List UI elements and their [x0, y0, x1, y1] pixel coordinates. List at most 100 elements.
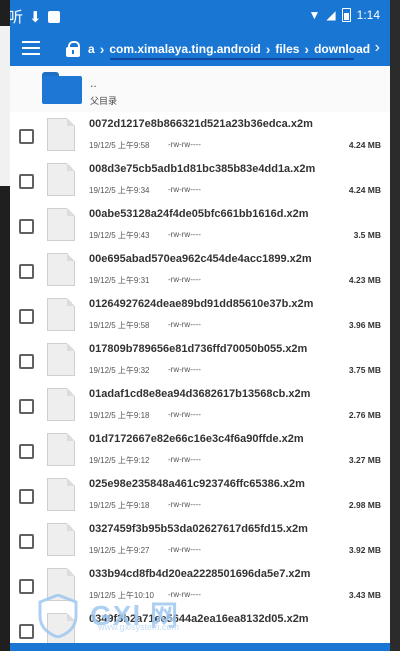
- breadcrumb-separator-icon: ›: [99, 41, 105, 57]
- breadcrumb-underline: [110, 58, 354, 60]
- file-permissions: -rw-rw----: [168, 365, 201, 374]
- file-date: 19/12/5 上午9:18: [89, 501, 150, 510]
- file-date: 19/12/5 上午9:27: [89, 546, 150, 555]
- file-size: 4.24 MB: [348, 140, 381, 150]
- file-checkbox[interactable]: [19, 219, 34, 234]
- file-checkbox[interactable]: [19, 129, 34, 144]
- file-icon: [47, 433, 75, 466]
- breadcrumb-separator-icon: ›: [265, 41, 271, 57]
- file-checkbox[interactable]: [19, 624, 34, 639]
- parent-folder-row[interactable]: .. 父目录: [10, 66, 390, 113]
- file-size: 2.76 MB: [348, 410, 381, 420]
- file-icon: [47, 253, 75, 286]
- file-checkbox[interactable]: [19, 444, 34, 459]
- file-row[interactable]: 00abe53128a24f4de05bfc661bb1616d.x2m 19/1…: [10, 202, 390, 248]
- breadcrumb: a › com.ximalaya.ting.android › files › …: [88, 41, 370, 57]
- file-icon: [47, 613, 75, 646]
- file-name: 0327459f3b95b53da02627617d65fd15.x2m: [89, 523, 308, 535]
- file-permissions: -rw-rw----: [168, 230, 201, 239]
- file-row[interactable]: 01d7172667e82e66c16e3c4f6a90ffde.x2m 19/1…: [10, 427, 390, 473]
- clock: 1:14: [356, 8, 380, 22]
- file-date: 19/12/5 上午9:12: [89, 456, 150, 465]
- file-icon: [47, 298, 75, 331]
- file-name: 0349f3b2a71ee5644a2ea16ea8132d05.x2m: [89, 613, 309, 625]
- file-row[interactable]: 008d3e75cb5adb1d81bc385b83e4dd1a.x2m 19/1…: [10, 157, 390, 203]
- file-icon: [47, 343, 75, 376]
- breadcrumb-item[interactable]: a: [88, 42, 95, 56]
- parent-dots: ..: [90, 76, 97, 90]
- file-date: 19/12/5 上午9:32: [89, 366, 150, 375]
- file-checkbox[interactable]: [19, 174, 34, 189]
- file-row[interactable]: 01adaf1cd8e8ea94d3682617b13568cb.x2m 19/1…: [10, 382, 390, 428]
- file-checkbox[interactable]: [19, 264, 34, 279]
- file-row[interactable]: 0327459f3b95b53da02627617d65fd15.x2m 19/1…: [10, 517, 390, 563]
- wifi-icon: ▼: [308, 8, 321, 22]
- file-size: 2.98 MB: [348, 500, 381, 510]
- lock-icon[interactable]: [66, 41, 80, 57]
- hamburger-menu-icon[interactable]: [22, 41, 40, 57]
- file-checkbox[interactable]: [19, 399, 34, 414]
- file-size: 3.43 MB: [348, 590, 381, 600]
- file-row[interactable]: 0072d1217e8b866321d521a23b36edca.x2m 19/1…: [10, 112, 390, 158]
- folder-icon: [42, 72, 82, 104]
- file-icon: [47, 478, 75, 511]
- chevron-right-icon[interactable]: ›: [375, 39, 380, 57]
- file-permissions: -rw-rw----: [168, 500, 201, 509]
- file-name: 025e98e235848a461c923746ffc65386.x2m: [89, 478, 305, 490]
- file-row[interactable]: 025e98e235848a461c923746ffc65386.x2m 19/1…: [10, 472, 390, 518]
- file-name: 00abe53128a24f4de05bfc661bb1616d.x2m: [89, 208, 309, 220]
- file-checkbox[interactable]: [19, 309, 34, 324]
- file-date: 19/12/5 上午9:18: [89, 411, 150, 420]
- file-permissions: -rw-rw----: [168, 185, 201, 194]
- file-row[interactable]: 01264927624deae89bd91dd85610e37b.x2m 19/1…: [10, 292, 390, 338]
- file-size: 3.27 MB: [348, 455, 381, 465]
- file-permissions: -rw-rw----: [168, 320, 201, 329]
- file-name: 01adaf1cd8e8ea94d3682617b13568cb.x2m: [89, 388, 311, 400]
- file-icon: [47, 118, 75, 151]
- file-row[interactable]: 00e695abad570ea962c454de4acc1899.x2m 19/1…: [10, 247, 390, 293]
- file-checkbox[interactable]: [19, 534, 34, 549]
- file-name: 033b94cd8fb4d20ea2228501696da5e7.x2m: [89, 568, 311, 580]
- file-row[interactable]: 017809b789656e81d736ffd70050b055.x2m 19/1…: [10, 337, 390, 383]
- background-window-left: [0, 0, 10, 651]
- breadcrumb-item-current[interactable]: download: [314, 42, 370, 56]
- breadcrumb-separator-icon: ›: [304, 41, 310, 57]
- background-window-right: [390, 0, 400, 651]
- file-name: 01d7172667e82e66c16e3c4f6a90ffde.x2m: [89, 433, 304, 445]
- breadcrumb-item[interactable]: files: [275, 42, 299, 56]
- file-icon: [47, 388, 75, 421]
- file-size: 3.92 MB: [348, 545, 381, 555]
- file-checkbox[interactable]: [19, 489, 34, 504]
- background-window-strip: [0, 26, 10, 186]
- file-icon: [47, 163, 75, 196]
- file-size: 3.75 MB: [348, 365, 381, 375]
- file-date: 19/12/5 上午10:10: [89, 591, 154, 600]
- listen-app-icon: 听: [10, 9, 24, 26]
- signal-icon: ◢: [326, 8, 336, 22]
- file-size: 4.23 MB: [348, 275, 381, 285]
- bottom-bar: [10, 643, 390, 651]
- app-bar: a › com.ximalaya.ting.android › files › …: [10, 32, 390, 66]
- file-name: 017809b789656e81d736ffd70050b055.x2m: [89, 343, 308, 355]
- file-permissions: -rw-rw----: [168, 140, 201, 149]
- file-name: 01264927624deae89bd91dd85610e37b.x2m: [89, 298, 314, 310]
- download-icon: ⬇: [29, 8, 42, 26]
- file-date: 19/12/5 上午9:34: [89, 186, 150, 195]
- file-date: 19/12/5 上午9:43: [89, 231, 150, 240]
- file-size: 3.5 MB: [353, 230, 381, 240]
- status-bar: 听 ⬇ ▼ ◢ 1:14: [10, 0, 390, 32]
- file-name: 00e695abad570ea962c454de4acc1899.x2m: [89, 253, 312, 265]
- file-date: 19/12/5 上午9:58: [89, 141, 150, 150]
- file-size: 4.24 MB: [348, 185, 381, 195]
- file-checkbox[interactable]: [19, 354, 34, 369]
- file-permissions: -rw-rw----: [168, 590, 201, 599]
- battery-icon: [341, 8, 351, 22]
- parent-folder-label: 父目录: [90, 96, 118, 106]
- file-icon: [47, 208, 75, 241]
- breadcrumb-item[interactable]: com.ximalaya.ting.android: [109, 42, 260, 56]
- file-icon: [47, 568, 75, 601]
- file-permissions: -rw-rw----: [168, 455, 201, 464]
- file-name: 008d3e75cb5adb1d81bc385b83e4dd1a.x2m: [89, 163, 316, 175]
- file-checkbox[interactable]: [19, 579, 34, 594]
- file-row[interactable]: 033b94cd8fb4d20ea2228501696da5e7.x2m 19/1…: [10, 562, 390, 608]
